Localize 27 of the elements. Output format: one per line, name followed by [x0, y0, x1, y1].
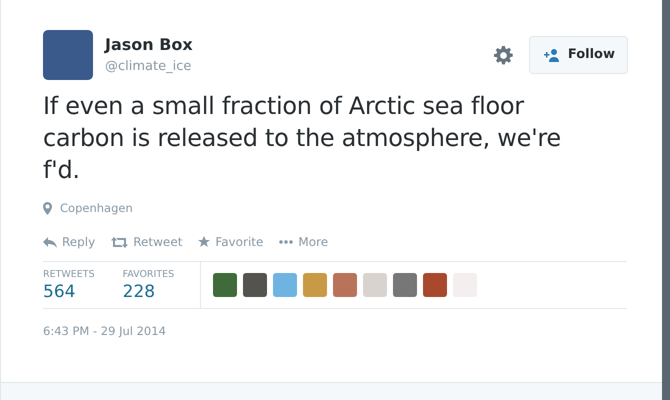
favoriter-avatar[interactable]	[393, 273, 418, 298]
stat-count[interactable]: 564	[43, 282, 95, 302]
add-user-icon	[542, 48, 562, 62]
reply-action[interactable]: Reply	[43, 233, 96, 252]
more-icon	[279, 240, 294, 244]
tweet-timestamp: 6:43 PM - 29 Jul 2014	[43, 323, 167, 340]
settings-icon[interactable]	[494, 46, 513, 64]
favoriter-avatar[interactable]	[213, 273, 238, 298]
favoriter-avatar[interactable]	[243, 273, 268, 298]
retweet-icon	[111, 236, 128, 248]
stat-count[interactable]: 228	[122, 282, 174, 302]
avatar-photo-placeholder	[43, 30, 93, 80]
follow-button[interactable]: Follow	[528, 36, 628, 74]
location-text[interactable]: Copenhagen	[60, 200, 133, 218]
stat-label: RETWEETS	[43, 268, 95, 282]
more-action[interactable]: More	[279, 233, 328, 252]
tweet-text: If even a small fraction of Arctic sea floor carbon is released to the atmosphere, we're f'd.	[43, 91, 562, 186]
favorite-action[interactable]: Favorite	[198, 233, 264, 252]
retweet-action[interactable]: Retweet	[111, 233, 182, 252]
author-name[interactable]: Jason Box	[105, 33, 494, 58]
stat-label: FAVORITES	[122, 268, 174, 282]
author-handle[interactable]: @climate_ice	[105, 57, 494, 77]
favoriter-avatar[interactable]	[423, 273, 448, 298]
favoriter-avatar[interactable]	[333, 273, 358, 298]
location-pin-icon	[43, 202, 52, 216]
star-icon	[198, 236, 210, 248]
reply-icon	[43, 236, 57, 248]
